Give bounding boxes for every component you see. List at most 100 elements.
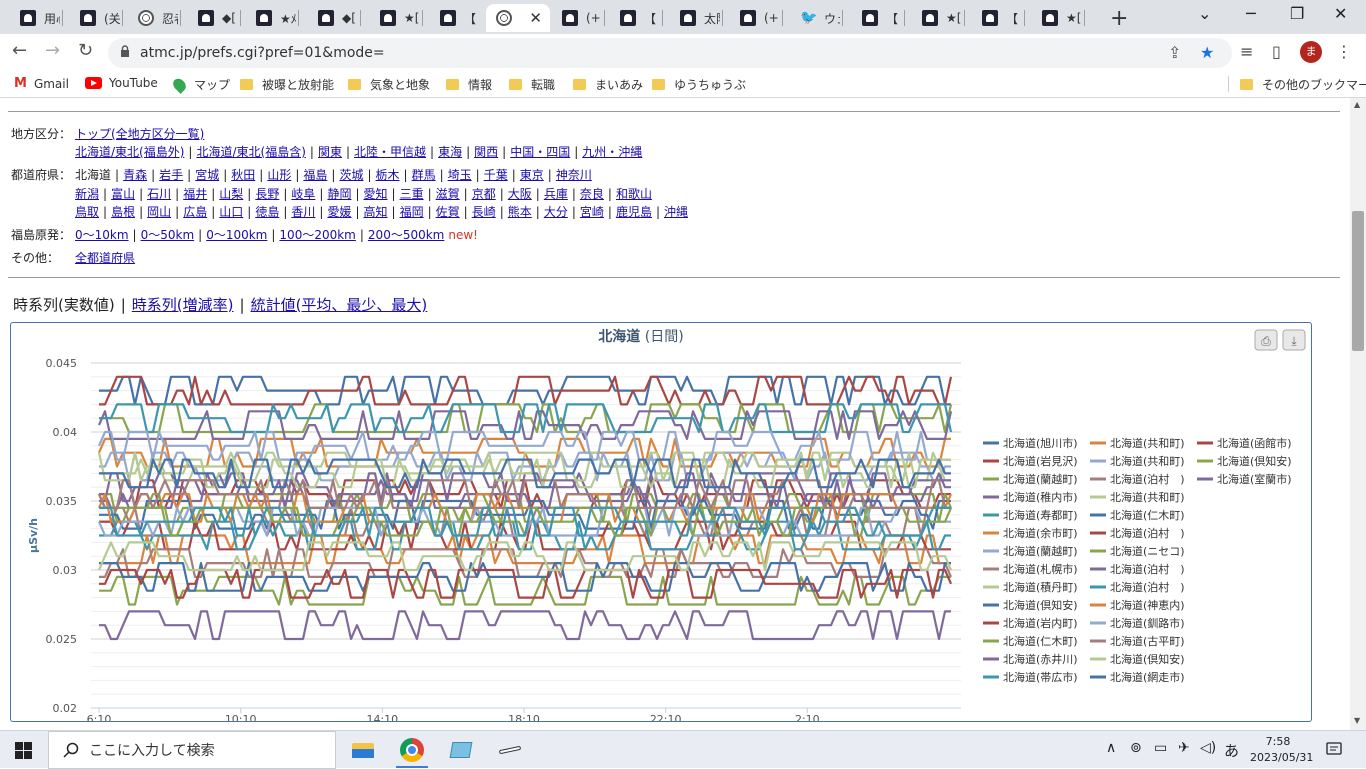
pref-link[interactable]: 石川 <box>147 187 171 201</box>
region-link[interactable]: 北陸・甲信越 <box>354 145 426 159</box>
pref-link[interactable]: 大阪 <box>508 187 532 201</box>
pref-link[interactable]: 愛媛 <box>327 205 351 219</box>
pref-link[interactable]: 佐賀 <box>436 205 460 219</box>
browser-tab[interactable]: 【 <box>852 4 902 32</box>
scroll-down-arrow-icon[interactable]: ▼ <box>1354 716 1360 725</box>
pref-link[interactable]: 広島 <box>183 205 207 219</box>
bookmark-folder[interactable]: まいあみ <box>573 76 643 93</box>
pref-link[interactable]: 埼玉 <box>448 168 472 182</box>
fukushima-range-link[interactable]: 100～200km <box>279 228 355 242</box>
browser-tab[interactable]: 太阳 <box>670 4 720 32</box>
forward-button[interactable]: → <box>45 40 60 61</box>
pref-link[interactable]: 熊本 <box>508 205 532 219</box>
pref-link[interactable]: 岡山 <box>147 205 171 219</box>
address-bar[interactable]: atmc.jp/prefs.cgi?pref=01&mode= ⇪ ★ <box>108 38 1232 68</box>
webcam-icon[interactable]: ⊚ <box>1130 740 1142 756</box>
region-top-link[interactable]: トップ(全地方区分一覧) <box>75 127 204 141</box>
browser-tab[interactable]: ★[ <box>370 4 420 32</box>
view-tab-stats[interactable]: 統計値(平均、最少、最大) <box>251 296 428 314</box>
browser-tab[interactable]: 【 <box>430 4 480 32</box>
browser-tab[interactable]: 用心 <box>10 4 60 32</box>
tray-chevron-icon[interactable]: ∧ <box>1106 740 1116 756</box>
browser-tab[interactable]: ◆[ <box>308 4 358 32</box>
tab-close-icon[interactable]: ✕ <box>529 9 542 27</box>
pref-link[interactable]: 長野 <box>255 187 279 201</box>
pref-link[interactable]: 香川 <box>291 205 315 219</box>
pref-link[interactable]: 徳島 <box>255 205 279 219</box>
new-tab-button[interactable]: + <box>1110 6 1128 31</box>
menu-icon[interactable]: ⋮ <box>1336 42 1352 61</box>
pref-link[interactable]: 兵庫 <box>544 187 568 201</box>
windows-start-icon[interactable] <box>15 742 32 759</box>
region-link[interactable]: 東海 <box>438 145 462 159</box>
pref-link[interactable]: 岐阜 <box>291 187 315 201</box>
bookmark-folder[interactable]: 情報 <box>446 76 492 93</box>
pref-link[interactable]: 福島 <box>303 168 327 182</box>
pref-link[interactable]: 宮城 <box>195 168 219 182</box>
reload-button[interactable]: ↻ <box>78 40 93 61</box>
pref-link[interactable]: 福井 <box>183 187 207 201</box>
browser-tab[interactable]: ★[ <box>1032 4 1082 32</box>
notification-icon[interactable] <box>1326 741 1342 757</box>
taskbar-clock[interactable]: 7:58 2023/05/31 <box>1250 734 1313 766</box>
pref-link[interactable]: 福岡 <box>400 205 424 219</box>
region-link[interactable]: 中国・四国 <box>510 145 570 159</box>
region-link[interactable]: 九州・沖縄 <box>582 145 642 159</box>
pref-link[interactable]: 高知 <box>364 205 388 219</box>
profile-avatar[interactable]: ま <box>1300 41 1322 63</box>
reading-list-icon[interactable]: ≡ <box>1240 42 1253 61</box>
browser-tab[interactable]: (关 <box>70 4 120 32</box>
pref-link[interactable]: 鳥取 <box>75 205 99 219</box>
pref-link[interactable]: 京都 <box>472 187 496 201</box>
pref-link[interactable]: 大分 <box>544 205 568 219</box>
pref-link[interactable]: 岩手 <box>159 168 183 182</box>
browser-tab[interactable]: ◆[ <box>188 4 238 32</box>
pref-link[interactable]: 秋田 <box>231 168 255 182</box>
browser-tab[interactable]: 🐦 ウェ <box>790 4 840 32</box>
vertical-scrollbar[interactable]: ▲ ▼ <box>1350 98 1366 730</box>
battery-icon[interactable]: ▭ <box>1154 740 1167 756</box>
pref-link[interactable]: 千葉 <box>484 168 508 182</box>
pref-link[interactable]: 島根 <box>111 205 135 219</box>
minimize-button[interactable]: ─ <box>1246 4 1256 23</box>
file-explorer-icon[interactable] <box>350 737 376 763</box>
browser-tab[interactable]: ★[ <box>912 4 962 32</box>
airplane-mode-icon[interactable]: ✈ <box>1178 740 1190 756</box>
bookmark-star-icon[interactable]: ★ <box>1200 43 1214 62</box>
share-icon[interactable]: ⇪ <box>1168 43 1181 62</box>
pref-link[interactable]: 新潟 <box>75 187 99 201</box>
pref-link[interactable]: 群馬 <box>412 168 436 182</box>
pref-link[interactable]: 奈良 <box>580 187 604 201</box>
browser-tab[interactable]: ★ﾒ <box>246 4 296 32</box>
pref-link[interactable]: 宮崎 <box>580 205 604 219</box>
pref-link[interactable]: 山形 <box>267 168 291 182</box>
region-link[interactable]: 関西 <box>474 145 498 159</box>
pref-link[interactable]: 三重 <box>400 187 424 201</box>
ime-indicator[interactable]: あ <box>1224 740 1239 761</box>
app-icon[interactable] <box>448 737 474 763</box>
bookmark-maps[interactable]: マップ <box>170 75 230 94</box>
region-link[interactable]: 北海道/東北(福島含) <box>196 145 305 159</box>
pref-link[interactable]: 神奈川 <box>556 168 592 182</box>
bookmark-folder[interactable]: 被曝と放射能 <box>240 76 334 93</box>
bookmark-other-folder[interactable]: その他のブックマーク <box>1240 76 1366 93</box>
close-window-button[interactable]: ✕ <box>1334 4 1347 23</box>
back-button[interactable]: ← <box>12 40 27 61</box>
fukushima-range-link[interactable]: 200～500km <box>368 228 444 242</box>
browser-tab[interactable]: 【 <box>610 4 660 32</box>
pref-link[interactable]: 栃木 <box>376 168 400 182</box>
fukushima-range-link[interactable]: 0～100km <box>206 228 267 242</box>
pref-link[interactable]: 滋賀 <box>436 187 460 201</box>
pref-link[interactable]: 富山 <box>111 187 135 201</box>
bookmark-folder[interactable]: 転職 <box>509 76 555 93</box>
maximize-button[interactable]: ❐ <box>1290 4 1304 23</box>
side-panel-icon[interactable]: ▯ <box>1272 42 1281 61</box>
pref-link[interactable]: 和歌山 <box>616 187 652 201</box>
tab-search-chevron-icon[interactable]: ⌄ <box>1198 4 1211 23</box>
volume-icon[interactable]: ◁) <box>1200 740 1216 756</box>
view-tab-rate[interactable]: 時系列(増減率) <box>132 296 234 314</box>
pref-link[interactable]: 山梨 <box>219 187 243 201</box>
scroll-up-arrow-icon[interactable]: ▲ <box>1354 100 1360 109</box>
pref-link[interactable]: 茨城 <box>339 168 363 182</box>
bookmark-gmail[interactable]: M Gmail <box>14 76 69 91</box>
